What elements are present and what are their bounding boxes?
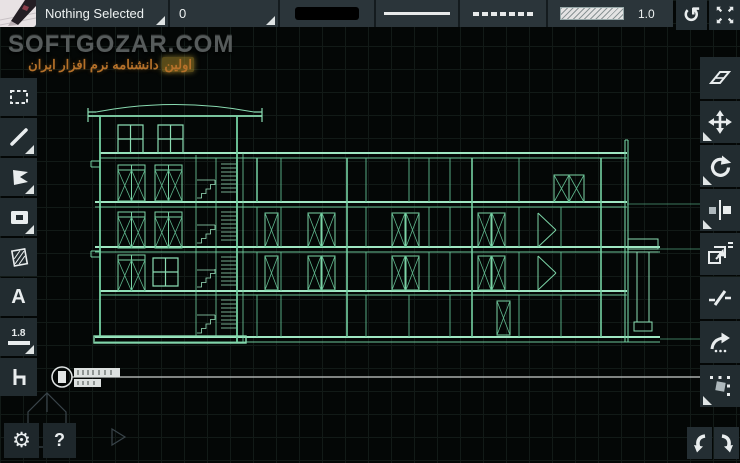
watermark-tagline: اولین دانشنامه نرم افزار ایران xyxy=(8,57,194,73)
redo-icon xyxy=(721,434,733,453)
layer-label: 0 xyxy=(179,6,187,21)
dimension-icon: 1.8 xyxy=(7,328,30,345)
linetype-scale-value: 1.0 xyxy=(638,6,655,21)
building-section xyxy=(87,104,702,344)
move-icon xyxy=(708,110,732,134)
submenu-corner-icon xyxy=(703,176,712,185)
text-a-icon: A xyxy=(11,285,26,308)
eraser-icon xyxy=(708,71,732,84)
submenu-corner-icon xyxy=(25,145,34,154)
dash-style-button[interactable] xyxy=(460,0,548,27)
dimension-value-label: 1.8 xyxy=(11,328,26,339)
line-tool-button[interactable] xyxy=(0,118,37,156)
text-tool-button[interactable]: A xyxy=(0,278,37,316)
block-chair-icon xyxy=(13,369,25,385)
modify-toolbar xyxy=(700,57,740,409)
undo-button[interactable] xyxy=(687,427,712,459)
watermark-tagline-rest: دانشنامه نرم افزار ایران xyxy=(28,57,159,72)
pen-app-icon xyxy=(0,0,36,27)
fillet-tool-button[interactable] xyxy=(700,321,740,363)
watermark-site: SOFTGOZAR.COM xyxy=(8,31,235,58)
trim-tool-button[interactable] xyxy=(700,277,740,319)
zoom-extents-icon xyxy=(716,6,733,24)
submenu-corner-icon xyxy=(25,225,34,234)
gear-icon: ⚙ xyxy=(12,429,31,452)
submenu-corner-icon xyxy=(25,345,34,354)
copy-tool-button[interactable] xyxy=(700,233,740,275)
array-tool-button[interactable] xyxy=(700,365,740,407)
undo-icon: ↺ xyxy=(682,3,701,27)
watermark-tagline-highlight: اولین xyxy=(162,57,194,72)
help-button[interactable]: ? xyxy=(43,423,76,458)
cad-app-window: SOFTGOZAR.COM اولین دانشنامه نرم افزار ا… xyxy=(0,0,740,463)
top-toolbar: Nothing Selected 0 1.0 xyxy=(0,0,673,27)
move-tool-button[interactable] xyxy=(700,101,740,143)
mirror-icon xyxy=(709,200,731,220)
trim-icon xyxy=(709,290,731,306)
submenu-corner-icon xyxy=(703,396,712,405)
copy-icon xyxy=(708,242,733,264)
solid-line-sample xyxy=(384,12,450,15)
array-icon xyxy=(710,376,730,396)
help-icon: ? xyxy=(54,430,65,450)
rotate-icon xyxy=(710,155,732,177)
dropdown-corner-icon xyxy=(156,16,165,25)
select-tool-button[interactable] xyxy=(0,78,37,116)
linetype-button[interactable] xyxy=(376,0,460,27)
redo-button[interactable] xyxy=(714,427,739,459)
undo-icon xyxy=(693,434,705,453)
submenu-corner-icon xyxy=(703,220,712,229)
polyline-tool-button[interactable] xyxy=(0,158,37,196)
dashed-line-sample xyxy=(473,11,533,16)
zoom-extents-button[interactable] xyxy=(709,0,740,30)
color-picker-button[interactable] xyxy=(280,0,376,27)
dropdown-corner-icon xyxy=(266,16,275,25)
settings-button[interactable]: ⚙ xyxy=(4,423,39,458)
mirror-tool-button[interactable] xyxy=(700,189,740,231)
app-icon[interactable] xyxy=(0,0,36,27)
fillet-icon xyxy=(710,332,730,353)
draw-toolbar: A 1.8 xyxy=(0,78,37,398)
selection-status-dropdown[interactable]: Nothing Selected xyxy=(36,0,170,27)
layer-dropdown[interactable]: 0 xyxy=(170,0,280,27)
dimension-tool-button[interactable]: 1.8 xyxy=(0,318,37,356)
block-tool-button[interactable] xyxy=(0,358,37,396)
hatch-icon xyxy=(10,247,28,267)
submenu-corner-icon xyxy=(25,185,34,194)
selection-status-label: Nothing Selected xyxy=(45,6,145,21)
dashed-select-icon xyxy=(9,90,28,104)
submenu-corner-icon xyxy=(703,132,712,141)
rectangle-tool-button[interactable] xyxy=(0,198,37,236)
hatch-tool-button[interactable] xyxy=(0,238,37,276)
lineweight-button[interactable]: 1.0 xyxy=(548,0,673,27)
undo-top-button[interactable]: ↺ xyxy=(676,0,707,30)
datum-line xyxy=(51,366,740,388)
rotate-tool-button[interactable] xyxy=(700,145,740,187)
exterior-pedestal xyxy=(627,238,659,332)
lineweight-sample xyxy=(560,7,624,20)
erase-tool-button[interactable] xyxy=(700,57,740,99)
current-color-swatch xyxy=(295,7,359,20)
staircase xyxy=(197,163,236,334)
